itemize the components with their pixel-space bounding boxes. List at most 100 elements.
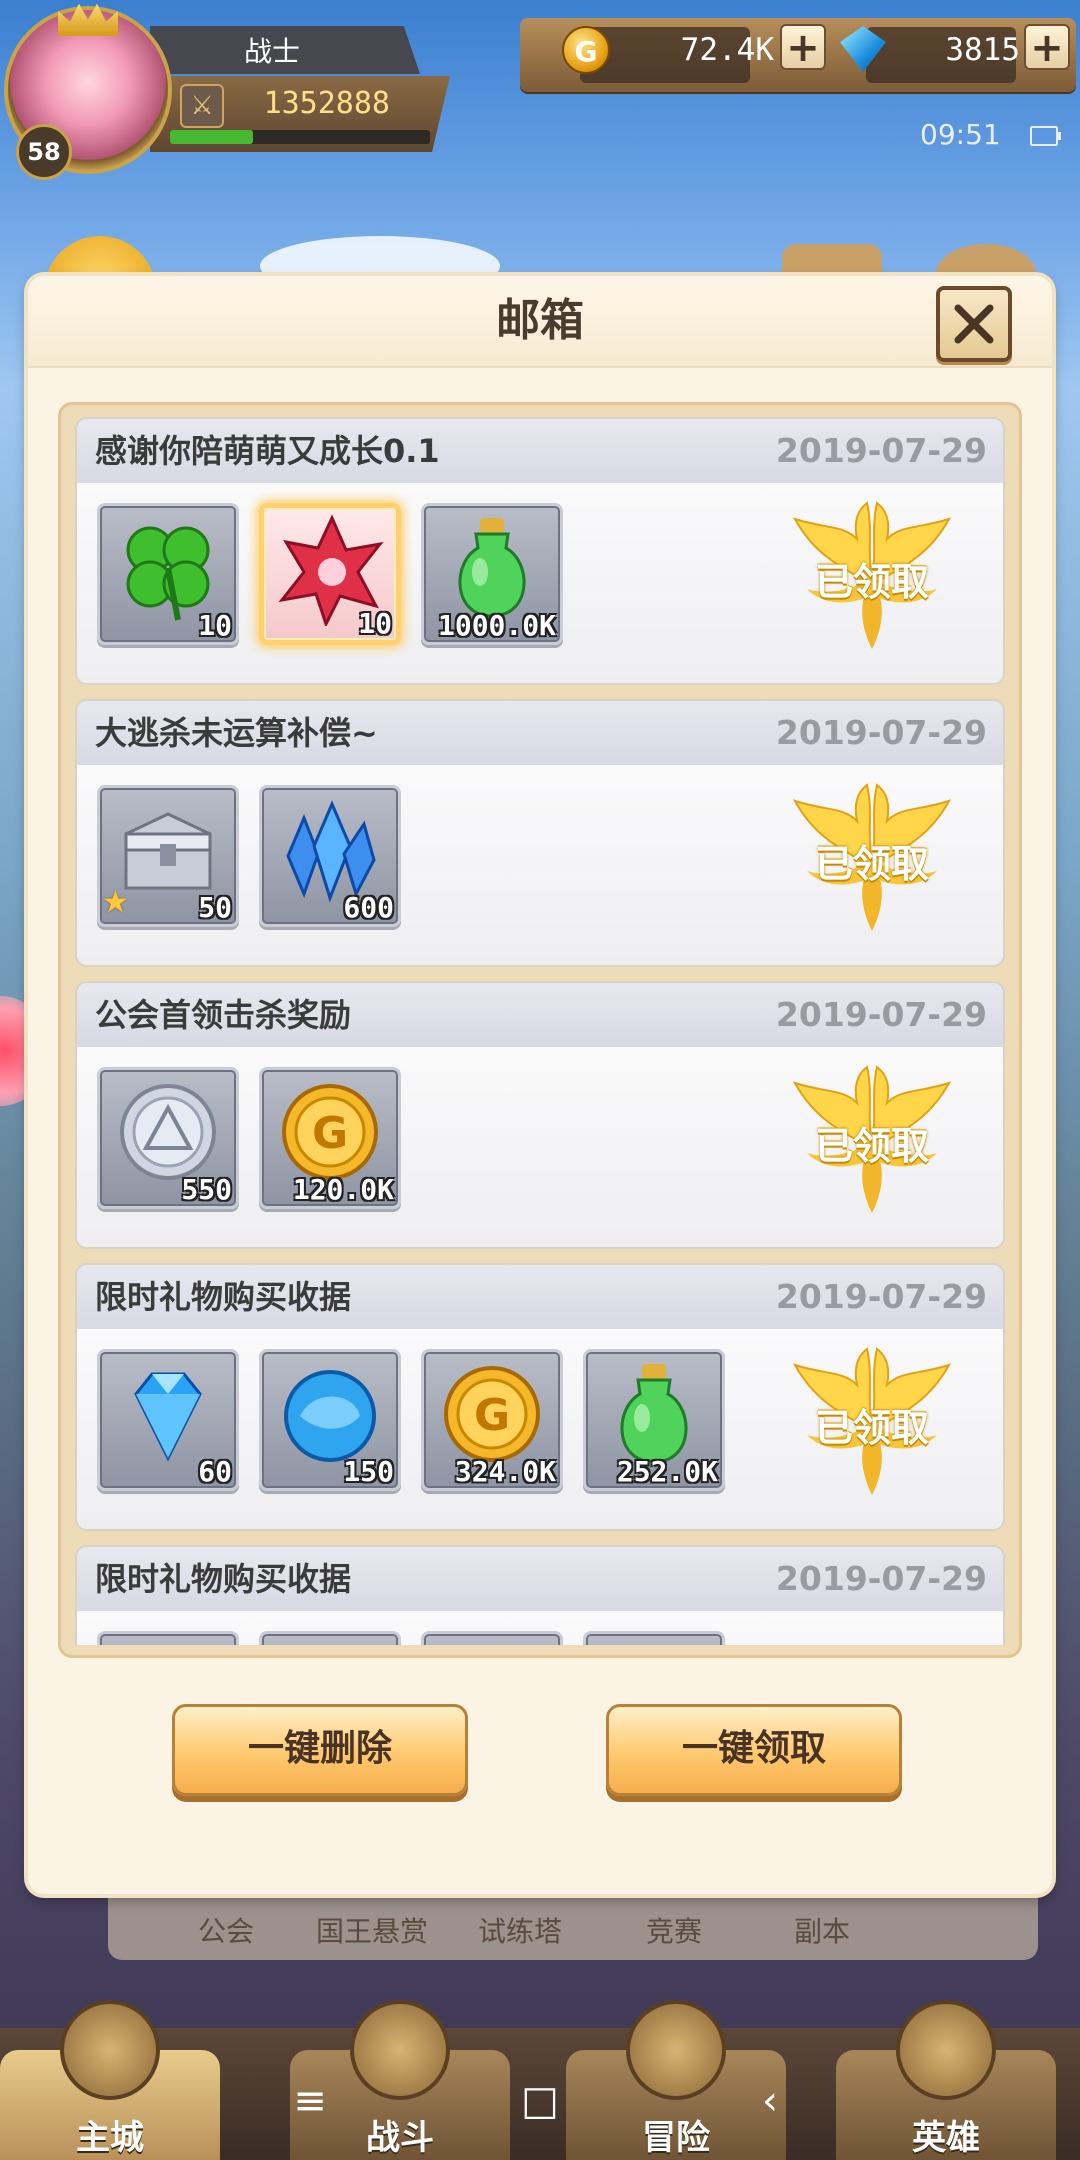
reward-item-slot[interactable] [97, 1631, 239, 1645]
gold-coin-icon: G [562, 26, 610, 74]
sub-menu-row: 公会 国王悬赏 试练塔 竞赛 副本 [108, 1896, 1038, 1960]
sub-menu-competition[interactable]: 竞赛 [646, 1910, 702, 1950]
mail-title: 公会首领击杀奖励 [95, 996, 352, 1034]
home-icon[interactable]: □ [500, 2066, 580, 2136]
mail-item-header: 感谢你陪萌萌又成长0.1 2019-07-29 [77, 419, 1003, 485]
reward-item-quantity: 50 [198, 891, 232, 924]
sub-menu-dungeon[interactable]: 副本 [794, 1910, 850, 1950]
reward-item-slot[interactable] [259, 1631, 401, 1645]
mail-date: 2019-07-29 [775, 995, 987, 1034]
reward-item-quantity: 10 [358, 607, 392, 640]
player-level-badge: 58 [16, 124, 72, 180]
claimed-status-label: 已领取 [814, 1124, 929, 1168]
close-icon [954, 304, 994, 344]
modal-title: 邮箱 [496, 295, 584, 346]
mail-item-body: 10 10 1000.0K 已领取 [77, 483, 1003, 683]
reward-item-slot[interactable]: 1000.0K [421, 503, 563, 645]
delete-all-button[interactable]: 一键删除 [172, 1704, 468, 1796]
reward-item-quantity: 150 [343, 1455, 394, 1488]
reward-item-slot[interactable]: 150 [259, 1349, 401, 1491]
status-time: 09:51 [920, 118, 1001, 151]
sub-menu-guild[interactable]: 公会 [198, 1910, 254, 1950]
nav-tab-label: 英雄 [912, 2118, 980, 2158]
mail-list[interactable]: 感谢你陪萌萌又成长0.1 2019-07-29 10 10 1000.0K 已领取 大逃杀未… [75, 417, 1005, 1645]
mail-item[interactable]: 大逃杀未运算补偿~ 2019-07-29 ★ 50 600 已领取 [75, 699, 1005, 967]
nav-tab-main-city[interactable]: 主城 [0, 2000, 220, 2160]
claimed-wings-badge: 已领取 [787, 1063, 957, 1219]
player-name-bar: 战士 [150, 26, 420, 74]
claim-all-button[interactable]: 一键领取 [606, 1704, 902, 1796]
reward-item-quantity: 10 [198, 609, 232, 642]
reward-item-quantity: 600 [343, 891, 394, 924]
system-nav-bar: ≡ □ ‹ [270, 2066, 810, 2136]
mail-title: 感谢你陪萌萌又成长0.1 [95, 432, 440, 470]
combat-power-icon: ⚔ [180, 84, 224, 128]
reward-item-slot[interactable]: 60 [97, 1349, 239, 1491]
mail-item-body: ★ 50 600 已领取 [77, 765, 1003, 965]
mail-date: 2019-07-29 [775, 1559, 987, 1598]
nav-tab-heroes[interactable]: 英雄 [836, 2000, 1056, 2160]
reward-item-quantity: 252.0K [616, 1455, 718, 1488]
claimed-wings-badge: 已领取 [787, 781, 957, 937]
mail-date: 2019-07-29 [775, 1277, 987, 1316]
close-button[interactable] [936, 286, 1012, 362]
claimed-status-label: 已领取 [814, 1406, 929, 1450]
reward-item-slot[interactable] [421, 1631, 563, 1645]
reward-item-slot[interactable]: 10 [97, 503, 239, 645]
mail-title: 限时礼物购买收据 [95, 1278, 352, 1316]
back-icon[interactable]: ‹ [730, 2066, 810, 2136]
star-icon: ★ [102, 885, 129, 920]
reward-item-slot[interactable]: G 324.0K [421, 1349, 563, 1491]
mail-item-body: 60 150 G 324.0K 252.0K 已领取 [77, 1329, 1003, 1529]
claimed-wings-badge: 已领取 [787, 499, 957, 655]
mail-date: 2019-07-29 [775, 431, 987, 470]
reward-item-quantity: 60 [198, 1455, 232, 1488]
mail-item-body: 550 G 120.0K 已领取 [77, 1047, 1003, 1247]
reward-item-slot[interactable]: 550 [97, 1067, 239, 1209]
svg-text:G: G [312, 1108, 348, 1159]
mail-item-header: 大逃杀未运算补偿~ 2019-07-29 [77, 701, 1003, 767]
player-class-label: 战士 [244, 35, 301, 68]
claimed-status-label: 已领取 [814, 560, 929, 604]
mail-item[interactable]: 公会首领击杀奖励 2019-07-29 550 G 120.0K 已领取 [75, 981, 1005, 1249]
reward-item-slot[interactable]: 252.0K [583, 1349, 725, 1491]
mail-item-header: 公会首领击杀奖励 2019-07-29 [77, 983, 1003, 1049]
reward-item-slot[interactable] [583, 1631, 725, 1645]
gold-amount: 72.4K [680, 32, 774, 68]
reward-item-slot[interactable]: 10 [259, 503, 401, 645]
reward-item-quantity: 120.0K [292, 1173, 394, 1206]
reward-item-slot[interactable]: G 120.0K [259, 1067, 401, 1209]
diamond-amount: 3815 [945, 32, 1020, 68]
hero-helmet-icon [896, 2000, 996, 2100]
sub-menu-king-bounty[interactable]: 国王悬赏 [316, 1910, 428, 1950]
main-city-icon [60, 2000, 160, 2100]
exp-bar-fill [170, 130, 254, 144]
mailbox-modal: 邮箱 感谢你陪萌萌又成长0.1 2019-07-29 10 10 1000.0K 已领取大… [28, 276, 1052, 1894]
reward-item-slot[interactable]: ★ 50 [97, 785, 239, 927]
mail-item-header: 限时礼物购买收据 2019-07-29 [77, 1547, 1003, 1613]
mail-list-frame: 感谢你陪萌萌又成长0.1 2019-07-29 10 10 1000.0K 已领取 大逃杀未… [58, 402, 1022, 1658]
mail-date: 2019-07-29 [775, 713, 987, 752]
mail-item-header: 限时礼物购买收据 2019-07-29 [77, 1265, 1003, 1331]
claimed-wings-badge: 已领取 [787, 1345, 957, 1501]
combat-power-value: 1352888 [263, 86, 390, 121]
mail-title: 限时礼物购买收据 [95, 1560, 352, 1598]
reward-item-slot[interactable]: 600 [259, 785, 401, 927]
exp-bar [170, 130, 430, 144]
reward-item-quantity: 324.0K [454, 1455, 556, 1488]
battery-icon [1030, 126, 1061, 146]
reward-item-quantity: 1000.0K [437, 609, 556, 642]
mail-item[interactable]: 限时礼物购买收据 2019-07-29 60 150 G 324.0K 252.0K 已领取 [75, 1263, 1005, 1531]
mail-item[interactable]: 限时礼物购买收据 2019-07-29 [75, 1545, 1005, 1645]
nav-tab-label: 主城 [76, 2118, 144, 2158]
mail-item[interactable]: 感谢你陪萌萌又成长0.1 2019-07-29 10 10 1000.0K 已领取 [75, 417, 1005, 685]
mail-item-body [77, 1611, 1003, 1645]
add-gold-button[interactable]: + [780, 24, 826, 70]
menu-icon[interactable]: ≡ [270, 2066, 350, 2136]
claimed-status-label: 已领取 [814, 842, 929, 886]
sub-menu-trial-tower[interactable]: 试练塔 [478, 1910, 562, 1950]
add-diamond-button[interactable]: + [1024, 24, 1070, 70]
reward-item-quantity: 550 [181, 1173, 232, 1206]
svg-text:G: G [474, 1390, 510, 1441]
mail-title: 大逃杀未运算补偿~ [95, 714, 378, 752]
